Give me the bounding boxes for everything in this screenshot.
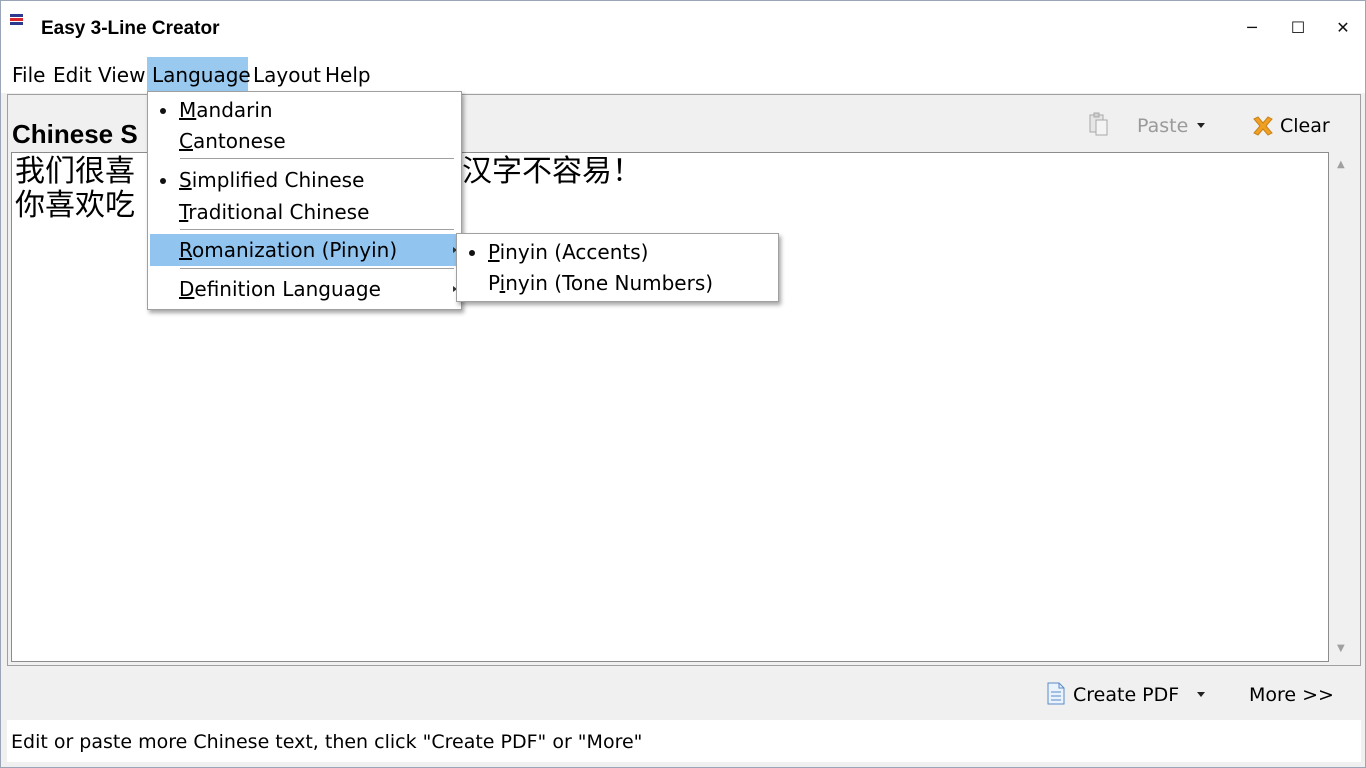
- scroll-up-icon[interactable]: ▲: [1337, 159, 1345, 170]
- minimize-button[interactable]: ─: [1229, 1, 1275, 55]
- checked-bullet-icon: [160, 178, 166, 184]
- app-window: Easy 3-Line Creator ─ ☐ ✕ File Edit View…: [0, 0, 1366, 768]
- menu-help[interactable]: Help: [320, 57, 376, 91]
- text-line-2: 你喜欢吃: [15, 188, 135, 223]
- close-button[interactable]: ✕: [1320, 1, 1366, 55]
- language-menu: Mandarin Cantonese Simplified Chinese Tr…: [147, 91, 462, 310]
- paste-icon: [1089, 112, 1108, 136]
- section-title: Chinese S: [12, 119, 138, 149]
- menu-edit[interactable]: Edit: [48, 57, 97, 91]
- more-label: More >>: [1249, 684, 1334, 706]
- menu-item-cantonese[interactable]: Cantonese: [150, 125, 460, 157]
- menu-view[interactable]: View: [93, 57, 150, 91]
- menu-separator: [180, 158, 454, 159]
- more-button[interactable]: More >>: [1216, 669, 1361, 719]
- menu-item-definition-language[interactable]: Definition Language: [150, 273, 460, 305]
- menu-item-pinyin-accents[interactable]: Pinyin (Accents): [459, 236, 777, 268]
- menu-item-pinyin-tone-numbers[interactable]: Pinyin (Tone Numbers): [459, 267, 777, 299]
- paste-label: Paste: [1137, 115, 1189, 137]
- paste-button[interactable]: Paste: [1056, 98, 1211, 150]
- menu-file[interactable]: File: [7, 57, 50, 91]
- maximize-icon: ☐: [1290, 18, 1306, 37]
- menu-language[interactable]: Language: [147, 57, 251, 91]
- text-line-1-tail: 汉字不容易！: [462, 154, 642, 189]
- maximize-button[interactable]: ☐: [1275, 1, 1321, 55]
- clear-icon: [1253, 116, 1273, 136]
- scroll-down-icon[interactable]: ▼: [1337, 643, 1345, 654]
- status-bar: Edit or paste more Chinese text, then cl…: [7, 720, 1361, 762]
- menu-item-traditional-chinese[interactable]: Traditional Chinese: [150, 196, 460, 228]
- checked-bullet-icon: [160, 108, 166, 114]
- menu-item-mandarin[interactable]: Mandarin: [150, 94, 460, 126]
- window-title: Easy 3-Line Creator: [41, 18, 220, 39]
- status-text: Edit or paste more Chinese text, then cl…: [11, 731, 643, 753]
- menu-separator: [180, 268, 454, 269]
- app-logo-icon: [10, 14, 23, 28]
- minimize-icon: ─: [1247, 18, 1257, 37]
- clear-button[interactable]: Clear: [1217, 98, 1356, 150]
- pdf-document-icon: [1047, 682, 1065, 705]
- text-line-1: 我们很喜: [15, 154, 135, 189]
- close-icon: ✕: [1336, 18, 1350, 37]
- title-bar: Easy 3-Line Creator ─ ☐ ✕: [1, 1, 1365, 57]
- romanization-submenu: Pinyin (Accents) Pinyin (Tone Numbers): [456, 233, 779, 302]
- menu-layout[interactable]: Layout: [248, 57, 326, 91]
- clear-label: Clear: [1280, 115, 1330, 137]
- chevron-down-icon[interactable]: [1197, 692, 1205, 697]
- create-pdf-button[interactable]: Create PDF: [1020, 669, 1213, 719]
- create-pdf-label: Create PDF: [1073, 684, 1180, 706]
- menu-item-simplified-chinese[interactable]: Simplified Chinese: [150, 164, 460, 196]
- menu-item-romanization[interactable]: Romanization (Pinyin): [150, 234, 460, 266]
- chevron-down-icon[interactable]: [1197, 123, 1205, 128]
- menu-separator: [180, 229, 454, 230]
- checked-bullet-icon: [469, 250, 475, 256]
- menu-bar: File Edit View Language Layout Help: [1, 57, 1365, 93]
